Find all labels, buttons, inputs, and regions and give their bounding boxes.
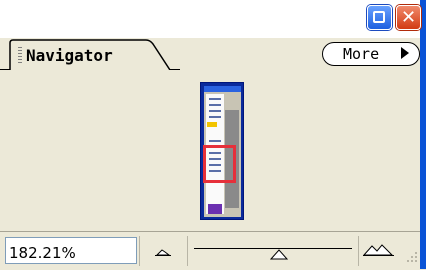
- small-mountain-icon: [155, 249, 171, 256]
- thumbnail-titlebar: [204, 86, 241, 92]
- thumbnail-highlight: [207, 122, 217, 127]
- slider-thumb-icon[interactable]: [270, 248, 288, 260]
- resize-grip-icon[interactable]: [404, 246, 420, 264]
- panel-tab-strip: Navigator More: [0, 38, 420, 70]
- large-mountain-icon: [362, 244, 394, 256]
- thumbnail-line: [209, 140, 221, 142]
- thumbnail-line: [209, 116, 221, 118]
- grip-icon: [18, 47, 22, 63]
- title-bar: ✕: [0, 0, 421, 39]
- window-frame-edge: [420, 0, 426, 269]
- minimize-icon: [373, 11, 385, 23]
- tab-label: Navigator: [26, 46, 113, 65]
- thumbnail-line: [209, 104, 221, 106]
- zoom-input[interactable]: [5, 237, 137, 264]
- thumbnail-line: [209, 110, 221, 112]
- zoom-slider[interactable]: [190, 238, 358, 264]
- zoom-out-button[interactable]: [143, 237, 185, 264]
- divider: [139, 236, 140, 266]
- divider: [187, 236, 188, 266]
- more-button[interactable]: More: [322, 42, 420, 66]
- thumbnail-line: [209, 98, 221, 100]
- minimize-button[interactable]: [367, 5, 392, 30]
- view-box[interactable]: [203, 145, 236, 183]
- zoom-in-button[interactable]: [360, 237, 402, 264]
- zoom-bar: [0, 231, 420, 270]
- close-icon: ✕: [400, 7, 417, 28]
- navigator-preview[interactable]: [0, 70, 420, 231]
- thumbnail-swatch: [208, 204, 222, 214]
- arrow-right-icon: [401, 47, 409, 59]
- more-button-label: More: [343, 45, 380, 63]
- divider: [358, 236, 359, 266]
- close-button[interactable]: ✕: [396, 5, 421, 30]
